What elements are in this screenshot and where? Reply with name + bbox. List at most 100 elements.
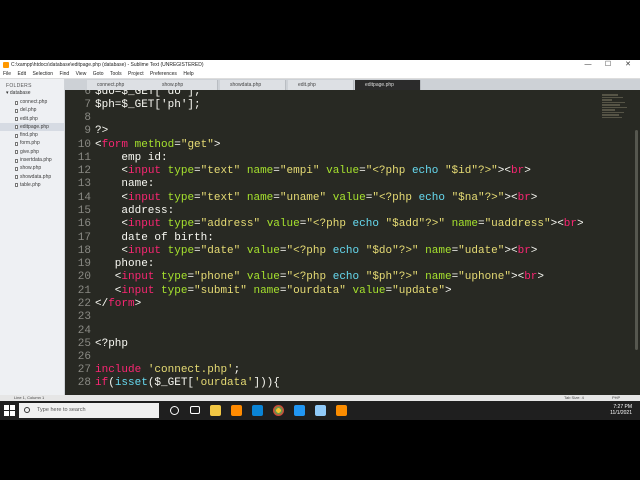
menu-bar: File Edit Selection Find View Goto Tools… [0,70,640,79]
sidebar-file-item[interactable]: show.php [0,164,64,172]
sidebar-file-item[interactable]: del.php [0,106,64,114]
file-icon [15,150,18,155]
maximize-button[interactable]: ☐ [598,60,618,70]
file-icon [15,117,18,122]
windows-start-icon[interactable] [4,405,15,416]
sidebar-file-item[interactable]: give.php [0,148,64,156]
app-icon[interactable] [315,405,326,416]
menu-find[interactable]: Find [59,70,69,79]
tab[interactable]: showdata.php [220,80,286,90]
line-number-gutter: 6 7 8 9 10 11 12 13 14 15 16 17 18 19 20 21 22 23 24 25 26 27… [65,90,91,395]
minimap[interactable] [602,94,628,134]
file-label: connect.php [20,99,48,105]
search-placeholder: Type here to search [37,407,86,413]
edge-icon[interactable] [294,405,305,416]
menu-tools[interactable]: Tools [110,70,122,79]
sublime-text-icon[interactable] [231,405,242,416]
code-line: </form> [95,298,142,310]
code-area[interactable]: $do=$_GET['do']; $ph=$_GET['ph']; ?> <fo… [95,90,615,395]
sidebar-file-item[interactable]: showdata.php [0,173,64,181]
sublime-app-icon [3,62,9,68]
menu-view[interactable]: View [76,70,87,79]
code-line: address: [95,205,175,217]
close-button[interactable]: ✕ [618,60,638,70]
system-tray[interactable]: 7:27 PM 11/1/2021 [610,401,632,420]
file-icon [15,183,18,188]
code-editor[interactable]: 6 7 8 9 10 11 12 13 14 15 16 17 18 19 20 21 22 23 24 25 26 27… [65,90,640,395]
file-label: form.php [20,140,40,147]
line-number: 23 [77,311,91,323]
sidebar-file-item[interactable]: edit.php [0,115,64,123]
sidebar-file-item[interactable]: find.php [0,131,64,139]
file-icon [15,133,18,138]
file-icon [15,125,18,130]
tab[interactable]: show.php [152,80,218,90]
tab[interactable]: editpage.php [355,80,421,90]
code-line: ?> [95,125,109,137]
sidebar-folder-database[interactable]: ▾ database [6,90,30,96]
xampp-icon[interactable] [336,405,347,416]
windows-taskbar: Type here to search 7:27 PM 11/1/2021 [0,401,640,420]
file-explorer-icon[interactable] [210,405,221,416]
line-number: 13 [77,178,91,190]
code-line: <?php [95,338,129,350]
file-label: find.php [20,132,38,139]
sidebar-header: FOLDERS [6,83,32,89]
tab[interactable]: edit.php [288,80,354,90]
taskbar-search-input[interactable]: Type here to search [19,403,159,418]
line-number: 21 [77,285,91,297]
tab-bar: connect.php show.php showdata.php edit.php e… [65,79,640,90]
sidebar-file-item[interactable]: connect.php [0,98,64,106]
mail-icon[interactable] [252,405,263,416]
clock-date: 11/1/2021 [610,410,632,416]
file-icon [15,166,18,171]
menu-file[interactable]: File [3,70,11,79]
line-number: 12 [77,165,91,177]
line-number: 18 [77,245,91,257]
sidebar-file-item[interactable]: editpage.php [0,122,64,132]
line-number: 7 [84,99,91,111]
menu-edit[interactable]: Edit [17,70,26,79]
line-number: 10 [77,139,91,151]
menu-project[interactable]: Project [128,70,144,79]
minimize-button[interactable]: — [578,60,598,70]
letterbox-bottom [0,420,640,480]
code-line: name: [95,178,155,190]
line-number: 14 [77,192,91,204]
chrome-icon[interactable] [273,405,284,416]
code-line: <input type="submit" name="ourdata" valu… [95,285,452,297]
sidebar-file-item[interactable]: table.php [0,181,64,189]
tab[interactable]: connect.php [87,80,153,90]
menu-preferences[interactable]: Preferences [150,70,177,79]
code-line: $do=$_GET['do']; [95,90,201,98]
code-line: $ph=$_GET['ph']; [95,99,201,111]
line-number: 16 [77,218,91,230]
code-line: phone: [95,258,155,270]
file-label: show.php [20,165,42,172]
code-line: <form method="get"> [95,139,221,151]
vertical-scrollbar[interactable] [635,130,638,350]
menu-goto[interactable]: Goto [93,70,104,79]
line-number: 26 [77,351,91,363]
file-icon [15,100,18,105]
sidebar-file-item[interactable]: insertdata.php [0,156,64,164]
task-view-icon[interactable] [190,406,200,414]
menu-help[interactable]: Help [183,70,193,79]
file-icon [15,175,18,180]
sidebar-file-item[interactable]: form.php [0,139,64,147]
code-line: <input type="address" value="<?php echo … [95,218,584,230]
file-label: table.php [20,181,41,188]
file-label: del.php [20,107,37,114]
sublime-window: C:\xampp\htdocs\database\editpage.php (d… [0,60,640,420]
line-number: 8 [84,112,91,124]
window-title: C:\xampp\htdocs\database\editpage.php (d… [11,62,204,68]
cortana-icon[interactable] [170,406,179,415]
folder-label: database [9,90,31,96]
line-number: 27 [77,364,91,376]
code-line: <input type="date" value="<?php echo "$d… [95,245,538,257]
line-number: 15 [77,205,91,217]
menu-selection[interactable]: Selection [32,70,53,79]
file-label: give.php [20,148,39,155]
code-line: if(isset($_GET['ourdata'])){ [95,377,280,389]
file-label: editpage.php [20,123,49,130]
